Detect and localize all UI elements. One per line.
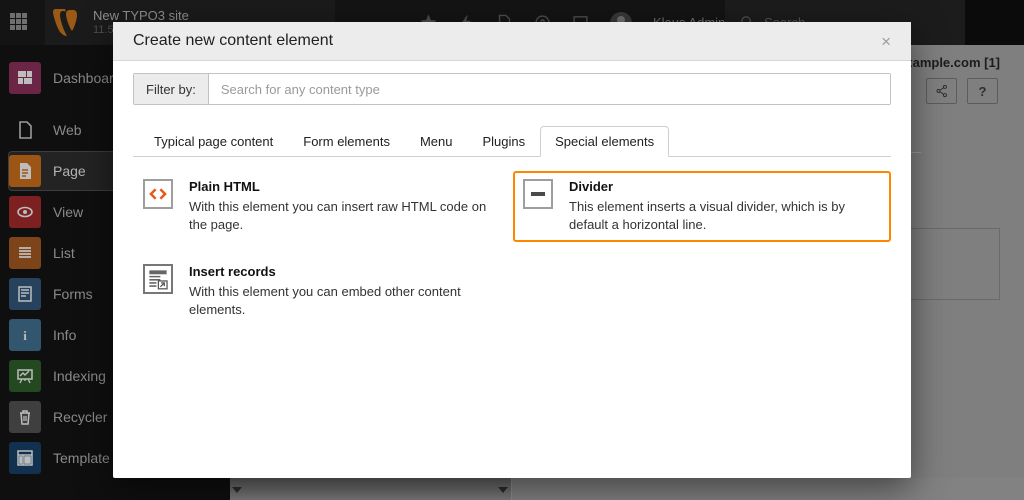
tab-plugins[interactable]: Plugins — [467, 126, 540, 157]
sidebar-item-label: Page — [53, 163, 86, 179]
content-element-description: With this element you can embed other co… — [189, 283, 501, 319]
sidebar-item-label: List — [53, 245, 75, 261]
topbar-right-block — [965, 0, 1024, 45]
divider-icon — [523, 179, 553, 209]
eye-icon — [9, 196, 41, 228]
content-element-insert-records[interactable]: Insert records With this element you can… — [133, 256, 511, 327]
trash-icon — [9, 401, 41, 433]
info-icon: i — [9, 319, 41, 351]
sidebar-item-label: Forms — [53, 286, 93, 302]
sidebar-item-label: Dashboard — [53, 70, 122, 86]
share-button[interactable] — [926, 78, 957, 104]
content-element-tabs: Typical page content Form elements Menu … — [133, 126, 891, 157]
tab-typical-page-content[interactable]: Typical page content — [139, 126, 288, 157]
tab-form-elements[interactable]: Form elements — [288, 126, 405, 157]
close-icon[interactable]: × — [881, 33, 891, 50]
insert-records-icon — [143, 264, 173, 294]
docheader-buttons: ? — [926, 78, 998, 104]
tab-menu[interactable]: Menu — [405, 126, 468, 157]
help-label: ? — [979, 84, 987, 99]
tab-special-elements[interactable]: Special elements — [540, 126, 669, 157]
filter-group: Filter by: — [133, 73, 891, 105]
content-element-divider[interactable]: Divider This element inserts a visual di… — [513, 171, 891, 242]
content-element-list: Plain HTML With this element you can ins… — [133, 157, 891, 327]
sidebar-item-label: Indexing — [53, 368, 106, 384]
content-type-search-input[interactable] — [209, 74, 890, 104]
web-icon — [9, 114, 41, 146]
typo3-backend-screen: New TYPO3 site 11.5. ? Klaus Admin Searc… — [0, 0, 1024, 500]
modal-header: Create new content element × — [113, 22, 911, 61]
template-icon — [9, 442, 41, 474]
list-icon — [9, 237, 41, 269]
dashboard-icon — [9, 62, 41, 94]
page-icon — [9, 155, 41, 187]
sidebar-item-label: Web — [53, 122, 82, 138]
code-icon — [143, 179, 173, 209]
share-icon — [935, 84, 949, 98]
svg-text:i: i — [23, 328, 27, 343]
typo3-logo — [53, 7, 83, 39]
apps-grid-icon[interactable] — [10, 13, 30, 33]
sidebar-item-label: Recycler — [53, 409, 107, 425]
sidebar-item-label: View — [53, 204, 83, 220]
indexing-icon — [9, 360, 41, 392]
sidebar-item-label: Template — [53, 450, 110, 466]
chevron-down-icon — [498, 487, 508, 493]
forms-icon — [9, 278, 41, 310]
bottom-strip — [230, 478, 1024, 500]
sidebar-item-label: Info — [53, 327, 76, 343]
content-element-title: Insert records — [189, 264, 501, 279]
modal-body: Filter by: Typical page content Form ele… — [113, 61, 911, 478]
content-element-description: With this element you can insert raw HTM… — [189, 198, 501, 234]
content-element-title: Plain HTML — [189, 179, 501, 194]
page-tree-select[interactable] — [230, 478, 512, 500]
docheader-title: example.com [1] — [898, 55, 1000, 70]
filter-by-label: Filter by: — [134, 74, 209, 104]
modal-title: Create new content element — [133, 32, 333, 50]
chevron-down-icon — [232, 487, 242, 493]
new-content-element-modal: Create new content element × Filter by: … — [113, 22, 911, 478]
content-element-title: Divider — [569, 179, 881, 194]
help-button[interactable]: ? — [967, 78, 998, 104]
content-element-plain-html[interactable]: Plain HTML With this element you can ins… — [133, 171, 511, 242]
content-element-description: This element inserts a visual divider, w… — [569, 198, 881, 234]
